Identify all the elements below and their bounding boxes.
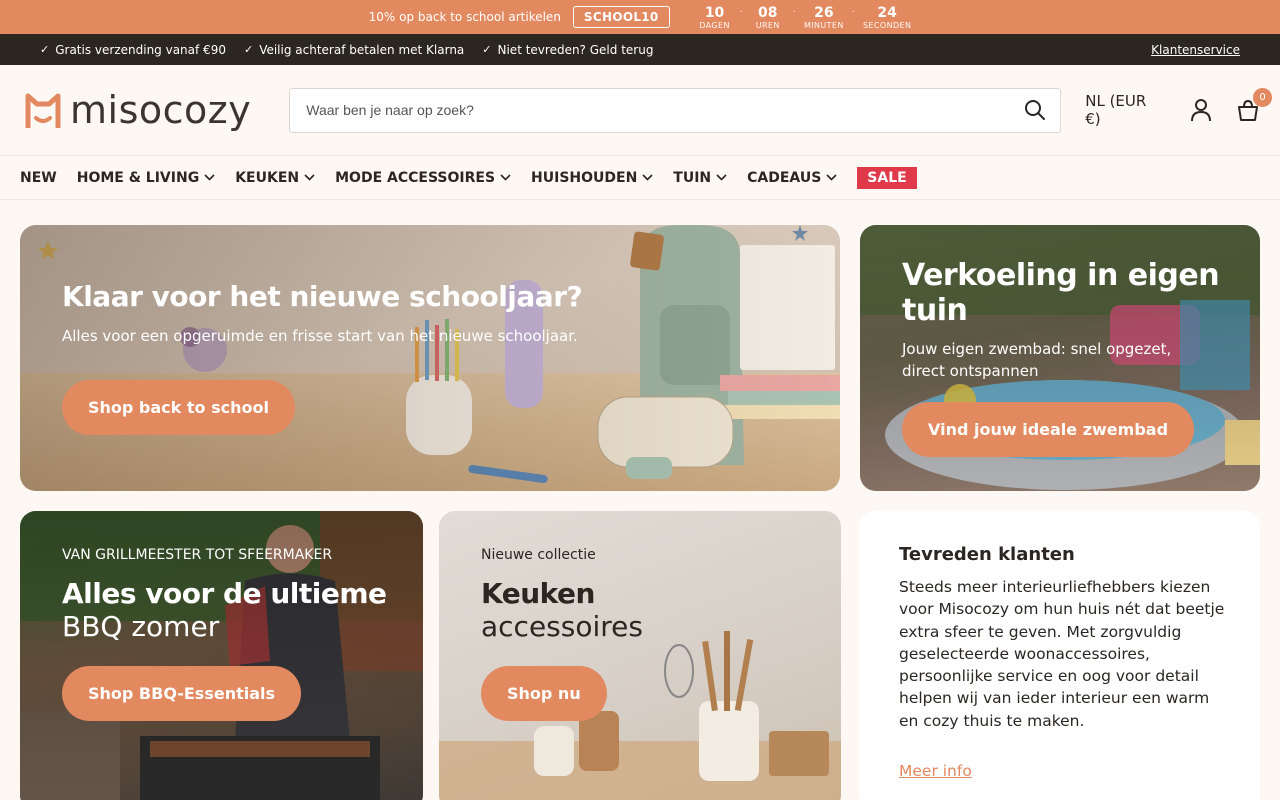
countdown-separator: · xyxy=(792,6,796,18)
usp-text: Veilig achteraf betalen met Klarna xyxy=(259,42,465,57)
usp-text: Gratis verzending vanaf €90 xyxy=(55,42,226,57)
nav-item-label: HOME & LIVING xyxy=(76,169,200,186)
nav-item-label: MODE ACCESSOIRES xyxy=(335,169,496,186)
search-bar xyxy=(289,87,1062,133)
customer-service-link[interactable]: Klantenservice xyxy=(1151,43,1240,57)
cart-icon[interactable]: 0 xyxy=(1236,88,1272,122)
nav-item-label: NEW xyxy=(20,169,57,186)
nav-item-home-living[interactable]: HOME & LIVING xyxy=(77,170,215,186)
check-icon: ✓ xyxy=(40,43,50,56)
chevron-down-icon xyxy=(826,174,837,181)
shop-back-to-school-button[interactable]: Shop back to school xyxy=(62,380,295,435)
hero-subtitle: Alles voor een opgeruimde en frisse star… xyxy=(62,327,578,345)
nav-item-huishouden[interactable]: HUISHOUDEN xyxy=(531,170,653,186)
countdown-label: MINUTEN xyxy=(803,20,844,30)
check-icon: ✓ xyxy=(243,43,254,56)
countdown-value: 26 xyxy=(814,4,834,21)
countdown-value: 24 xyxy=(877,4,897,21)
hero-overlay xyxy=(20,225,840,491)
usp-text: Niet tevreden? Geld terug xyxy=(497,42,654,57)
main-navigation: NEW HOME & LIVING KEUKEN MODE ACCESSOIRE… xyxy=(0,155,1280,200)
chevron-down-icon xyxy=(500,174,511,181)
nav-item-sale[interactable]: SALE xyxy=(857,166,917,189)
bbq-kicker: VAN GRILLMEESTER TOT SFEERMAKER xyxy=(62,547,333,563)
usp-item: ✓ Veilig achteraf betalen met Klarna xyxy=(244,43,464,57)
kitchen-title: Keuken xyxy=(481,577,595,610)
nav-item-label: HUISHOUDEN xyxy=(531,169,638,186)
pool-banner[interactable]: Verkoeling in eigen tuin Jouw eigen zwem… xyxy=(860,225,1260,491)
countdown-days: 10 DAGEN xyxy=(698,5,732,30)
shop-now-button[interactable]: Shop nu xyxy=(481,666,607,721)
countdown-seconds: 24 SECONDEN xyxy=(863,5,911,30)
pool-title: Verkoeling in eigen tuin xyxy=(902,258,1220,328)
countdown-hours: 08 UREN xyxy=(751,5,785,30)
countdown-timer: 10 DAGEN · 08 UREN · 26 MINUTEN · 24 SEC… xyxy=(698,5,912,30)
usp-item: ✓ Niet tevreden? Geld terug xyxy=(482,43,653,57)
kitchen-kicker: Nieuwe collectie xyxy=(481,547,596,563)
language-currency-selector[interactable]: NL (EUR €) xyxy=(1085,92,1166,128)
nav-item-label: KEUKEN xyxy=(235,169,300,186)
cart-count-badge: 0 xyxy=(1253,88,1272,107)
check-icon: ✓ xyxy=(482,43,492,56)
account-icon[interactable] xyxy=(1190,98,1212,122)
search-icon[interactable] xyxy=(1024,99,1046,121)
kitchen-banner[interactable]: Nieuwe collectie Keuken accessoires Shop… xyxy=(439,511,841,800)
customer-reviews-card: Tevreden klanten Steeds meer interieurli… xyxy=(859,511,1260,800)
countdown-value: 08 xyxy=(758,4,778,21)
nav-item-label: TUIN xyxy=(673,169,712,186)
nav-item-tuin[interactable]: TUIN xyxy=(673,170,727,186)
more-info-link[interactable]: Meer info xyxy=(899,762,972,780)
countdown-separator: · xyxy=(851,6,855,18)
cat-logo-icon xyxy=(25,93,61,128)
reviews-title: Tevreden klanten xyxy=(899,544,1075,565)
back-to-school-banner[interactable]: Klaar voor het nieuwe schooljaar? Alles … xyxy=(20,225,840,491)
logo-text: misocozy xyxy=(70,88,252,132)
countdown-separator: · xyxy=(739,6,743,18)
nav-item-keuken[interactable]: KEUKEN xyxy=(235,170,315,186)
bbq-banner[interactable]: VAN GRILLMEESTER TOT SFEERMAKER Alles vo… xyxy=(20,511,423,800)
nav-item-cadeaus[interactable]: CADEAUS xyxy=(747,170,837,186)
hero-title: Klaar voor het nieuwe schooljaar? xyxy=(62,280,583,313)
promo-text: 10% op back to school artikelen xyxy=(368,10,561,24)
shop-bbq-essentials-button[interactable]: Shop BBQ-Essentials xyxy=(62,666,302,721)
kitchen-subtitle: accessoires xyxy=(481,610,643,643)
nav-item-mode-accessoires[interactable]: MODE ACCESSOIRES xyxy=(335,170,511,186)
chevron-down-icon xyxy=(304,174,315,181)
promo-bar: 10% op back to school artikelen SCHOOL10… xyxy=(0,0,1280,34)
countdown-label: DAGEN xyxy=(699,20,730,30)
countdown-minutes: 26 MINUTEN xyxy=(804,5,844,30)
search-input[interactable] xyxy=(306,102,1025,118)
find-pool-button[interactable]: Vind jouw ideale zwembad xyxy=(902,402,1195,457)
site-header: misocozy NL (EUR €) 0 xyxy=(0,65,1280,155)
countdown-value: 10 xyxy=(704,4,725,21)
chevron-down-icon xyxy=(204,174,215,181)
promo-code[interactable]: SCHOOL10 xyxy=(572,6,670,28)
bbq-title: Alles voor de ultieme xyxy=(62,577,387,610)
nav-item-label: CADEAUS xyxy=(747,169,822,186)
nav-item-new[interactable]: NEW xyxy=(20,170,57,186)
countdown-label: SECONDEN xyxy=(862,20,912,30)
chevron-down-icon xyxy=(642,174,653,181)
reviews-body: Steeds meer interieurliefhebbers kiezen … xyxy=(899,578,1225,730)
bbq-subtitle: BBQ zomer xyxy=(62,610,220,643)
logo[interactable]: misocozy xyxy=(22,88,289,132)
usp-bar: ✓ Gratis verzending vanaf €90 ✓ Veilig a… xyxy=(0,34,1280,65)
pool-subtitle: Jouw eigen zwembad: snel opgezet, direct… xyxy=(902,340,1172,380)
countdown-label: UREN xyxy=(755,20,780,30)
header-actions: NL (EUR €) 0 xyxy=(1085,88,1272,128)
chevron-down-icon xyxy=(716,174,727,181)
usp-item: ✓ Gratis verzending vanaf €90 xyxy=(40,43,226,57)
